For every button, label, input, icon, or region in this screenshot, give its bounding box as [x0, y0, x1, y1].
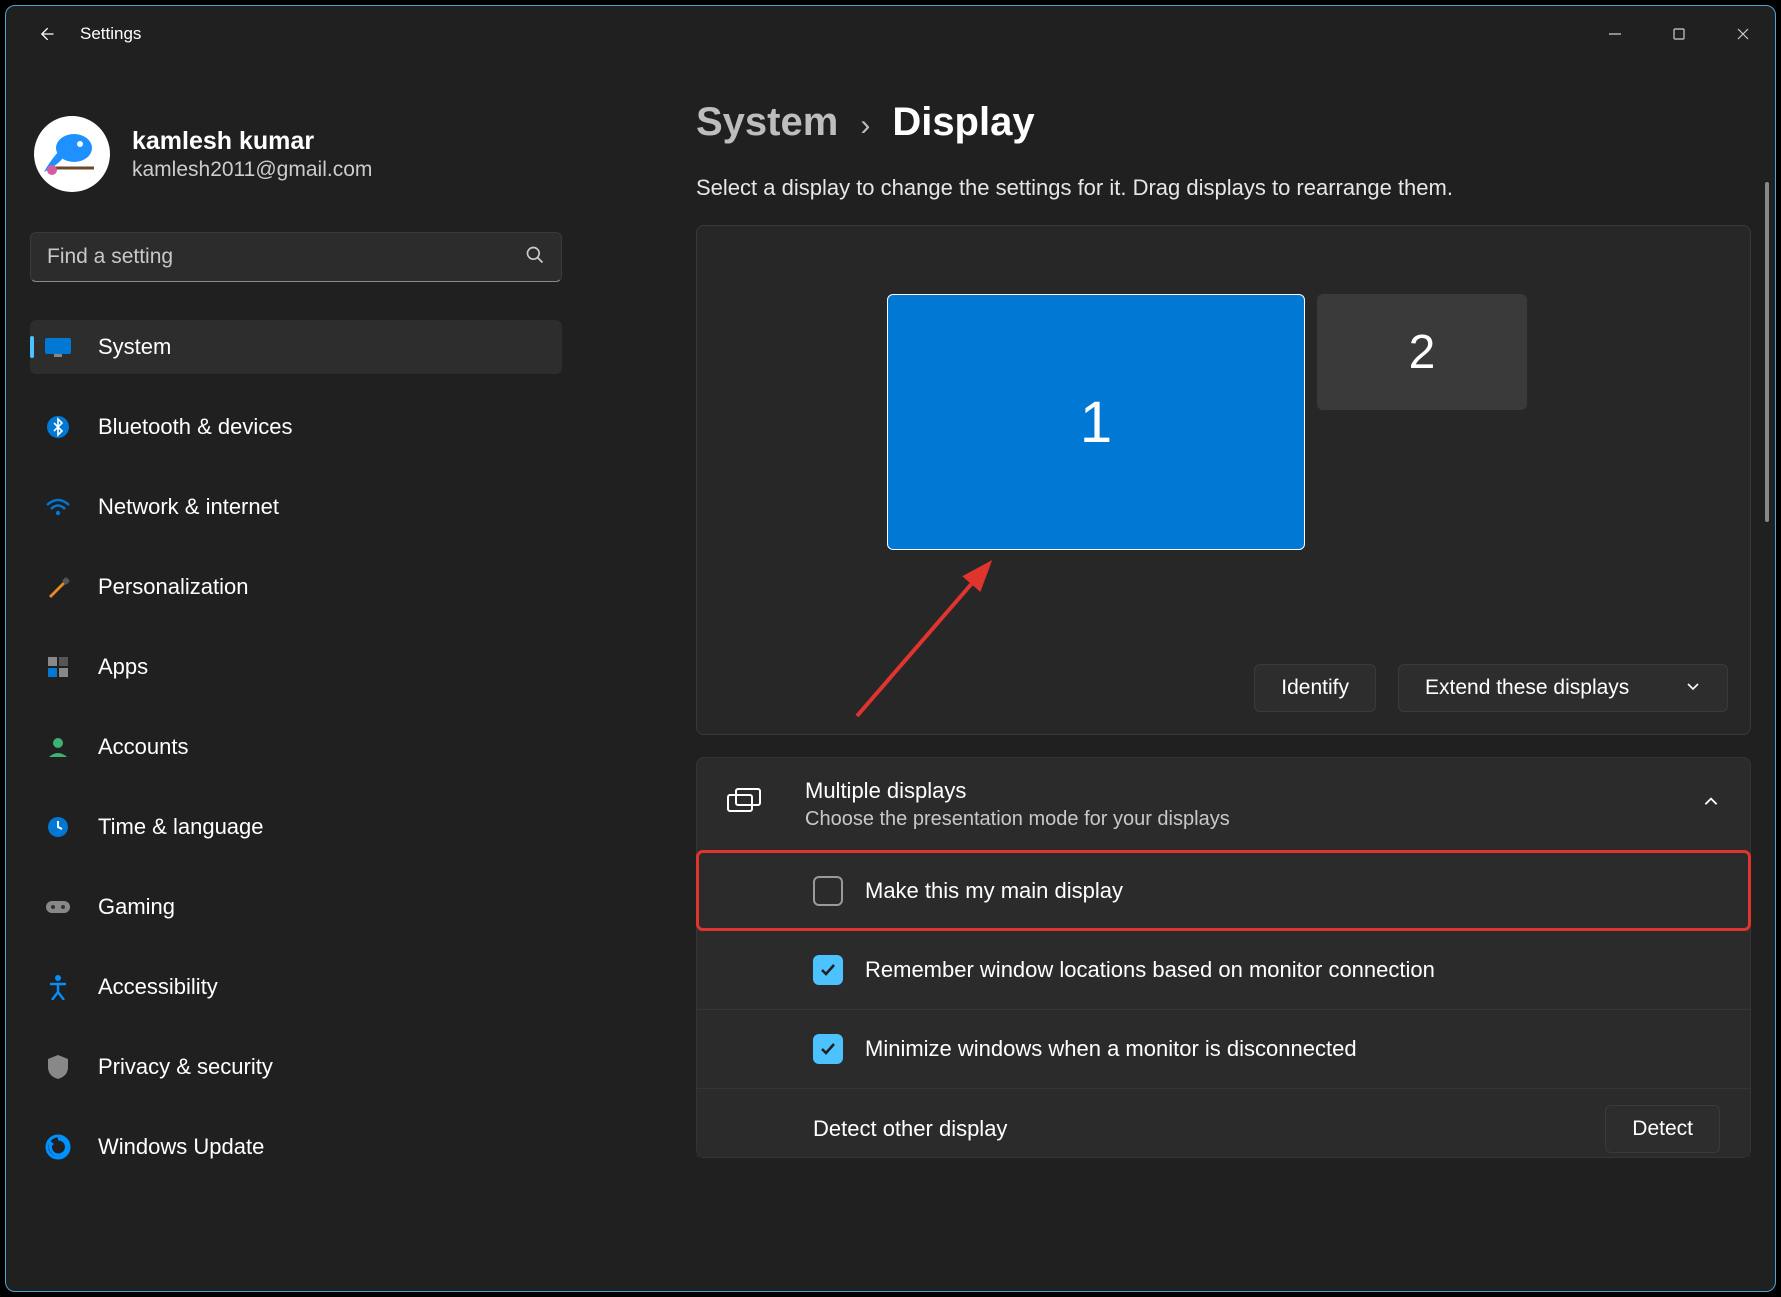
chevron-down-icon [1685, 676, 1701, 700]
scrollbar[interactable] [1765, 182, 1769, 522]
identify-label: Identify [1281, 676, 1349, 700]
display-hint: Select a display to change the settings … [696, 175, 1751, 201]
nav-personalization[interactable]: Personalization [30, 560, 562, 614]
option-minimize-disconnect[interactable]: Minimize windows when a monitor is disco… [697, 1009, 1750, 1088]
wifi-icon [44, 493, 72, 521]
app-title: Settings [80, 24, 141, 44]
main-content: System › Display Select a display to cha… [586, 62, 1775, 1291]
breadcrumb-parent[interactable]: System [696, 100, 838, 145]
option-remember-locations[interactable]: Remember window locations based on monit… [697, 930, 1750, 1009]
nav-network[interactable]: Network & internet [30, 480, 562, 534]
nav-label: Time & language [98, 814, 264, 840]
option-label: Make this my main display [865, 878, 1123, 904]
nav-label: Personalization [98, 574, 248, 600]
nav-accounts[interactable]: Accounts [30, 720, 562, 774]
search-box[interactable] [30, 232, 562, 282]
close-button[interactable] [1711, 6, 1775, 62]
back-button[interactable] [18, 6, 74, 62]
gaming-icon [44, 893, 72, 921]
option-detect-display: Detect other display Detect [697, 1088, 1750, 1157]
nav-time[interactable]: Time & language [30, 800, 562, 854]
annotation-arrow [837, 536, 1037, 736]
apps-icon [44, 653, 72, 681]
detect-button-label: Detect [1632, 1117, 1693, 1141]
nav-label: Windows Update [98, 1134, 264, 1160]
display-arrangement: 1 2 Identify Extend these displa [696, 225, 1751, 735]
chevron-right-icon: › [860, 109, 870, 143]
profile-email: kamlesh2011@gmail.com [132, 158, 372, 182]
settings-window: Settings [5, 5, 1776, 1292]
bluetooth-icon [44, 413, 72, 441]
chevron-up-icon [1702, 793, 1720, 816]
displays-icon [727, 788, 771, 821]
display-mode-label: Extend these displays [1425, 676, 1629, 700]
nav-accessibility[interactable]: Accessibility [30, 960, 562, 1014]
detect-label: Detect other display [813, 1116, 1007, 1142]
nav-label: Bluetooth & devices [98, 414, 292, 440]
shield-icon [44, 1053, 72, 1081]
identify-button[interactable]: Identify [1254, 664, 1376, 712]
nav-list: System Bluetooth & devices Network & int… [30, 320, 562, 1174]
nav-label: Accounts [98, 734, 189, 760]
system-icon [44, 333, 72, 361]
main-display-checkbox[interactable] [813, 876, 843, 906]
accessibility-icon [44, 973, 72, 1001]
nav-gaming[interactable]: Gaming [30, 880, 562, 934]
search-icon [525, 245, 545, 270]
nav-label: System [98, 334, 171, 360]
nav-bluetooth[interactable]: Bluetooth & devices [30, 400, 562, 454]
minimize-button[interactable] [1583, 6, 1647, 62]
titlebar: Settings [6, 6, 1775, 62]
nav-label: Apps [98, 654, 148, 680]
nav-apps[interactable]: Apps [30, 640, 562, 694]
nav-label: Accessibility [98, 974, 218, 1000]
search-input[interactable] [47, 245, 525, 269]
window-controls [1583, 6, 1775, 62]
nav-label: Gaming [98, 894, 175, 920]
brush-icon [44, 573, 72, 601]
option-label: Remember window locations based on monit… [865, 957, 1435, 983]
display-1[interactable]: 1 [887, 294, 1305, 550]
profile-block[interactable]: kamlesh kumar kamlesh2011@gmail.com [34, 116, 558, 192]
nav-update[interactable]: Windows Update [30, 1120, 562, 1174]
panel-title: Multiple displays [805, 778, 1230, 804]
avatar [34, 116, 110, 192]
display-2-label: 2 [1409, 325, 1436, 380]
nav-label: Network & internet [98, 494, 279, 520]
breadcrumb-current: Display [892, 100, 1034, 145]
option-label: Minimize windows when a monitor is disco… [865, 1036, 1357, 1062]
person-icon [44, 733, 72, 761]
detect-button[interactable]: Detect [1605, 1105, 1720, 1153]
display-2[interactable]: 2 [1317, 294, 1527, 410]
display-mode-dropdown[interactable]: Extend these displays [1398, 664, 1728, 712]
update-icon [44, 1133, 72, 1161]
option-main-display[interactable]: Make this my main display [697, 851, 1750, 930]
maximize-button[interactable] [1647, 6, 1711, 62]
panel-subtitle: Choose the presentation mode for your di… [805, 808, 1230, 831]
sidebar: kamlesh kumar kamlesh2011@gmail.com Syst… [6, 62, 586, 1291]
display-1-label: 1 [1080, 389, 1112, 456]
nav-system[interactable]: System [30, 320, 562, 374]
remember-checkbox[interactable] [813, 955, 843, 985]
nav-label: Privacy & security [98, 1054, 273, 1080]
multiple-displays-panel: Multiple displays Choose the presentatio… [696, 757, 1751, 1158]
breadcrumb: System › Display [696, 100, 1751, 145]
clock-icon [44, 813, 72, 841]
minimize-checkbox[interactable] [813, 1034, 843, 1064]
multiple-displays-header[interactable]: Multiple displays Choose the presentatio… [697, 758, 1750, 851]
nav-privacy[interactable]: Privacy & security [30, 1040, 562, 1094]
profile-name: kamlesh kumar [132, 127, 372, 156]
